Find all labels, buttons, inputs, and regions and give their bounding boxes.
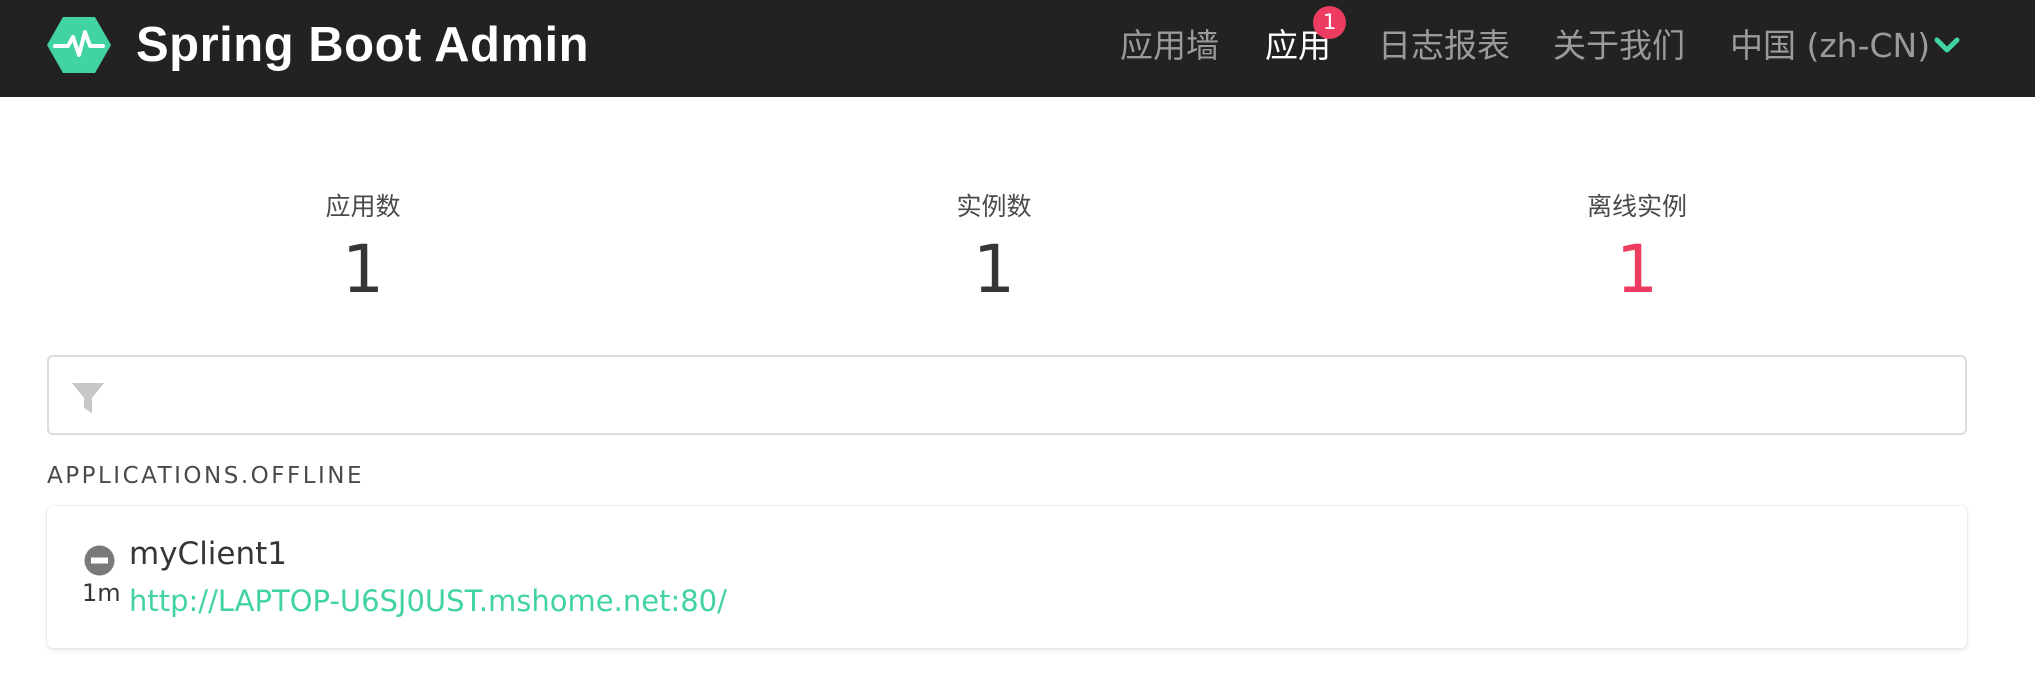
instance-url-link[interactable]: http://LAPTOP-U6SJ0UST.mshome.net:80/ xyxy=(129,584,727,618)
stat-applications: 应用数 1 xyxy=(213,190,513,310)
brand-link[interactable]: Spring Boot Admin xyxy=(46,15,589,75)
filter-icon xyxy=(72,383,104,413)
language-selector[interactable]: 中国 (zh-CN) xyxy=(1730,20,1930,72)
notification-badge: 1 xyxy=(1313,6,1346,39)
status-age: 1m xyxy=(82,579,121,607)
heartbeat-logo-icon xyxy=(47,17,111,73)
application-name: myClient1 xyxy=(129,536,288,572)
stat-instances-label: 实例数 xyxy=(956,192,1032,221)
minus-circle-icon xyxy=(84,545,115,576)
stat-offline-value: 1 xyxy=(1616,231,1658,308)
section-heading-offline: APPLICATIONS.OFFLINE xyxy=(47,463,365,489)
filter-input[interactable] xyxy=(129,369,1949,421)
nav-item-wallboard[interactable]: 应用墙 xyxy=(1120,20,1219,72)
stat-offline: 离线实例 1 xyxy=(1487,190,1787,310)
stat-instances: 实例数 1 xyxy=(844,190,1144,310)
nav-item-journal[interactable]: 日志报表 xyxy=(1378,20,1510,72)
stat-applications-value: 1 xyxy=(342,231,384,308)
application-card[interactable]: 1m myClient1 http://LAPTOP-U6SJ0UST.msho… xyxy=(47,506,1967,648)
stat-instances-value: 1 xyxy=(973,231,1015,308)
stat-offline-label: 离线实例 xyxy=(1586,192,1687,221)
nav-item-about[interactable]: 关于我们 xyxy=(1553,20,1685,72)
stat-applications-label: 应用数 xyxy=(325,192,401,221)
navbar: Spring Boot Admin 应用墙 应用 1 日志报表 关于我们 中国 … xyxy=(0,0,2035,97)
brand-title: Spring Boot Admin xyxy=(136,18,590,72)
chevron-down-icon[interactable] xyxy=(1932,33,1962,57)
filter-box xyxy=(47,355,1967,435)
